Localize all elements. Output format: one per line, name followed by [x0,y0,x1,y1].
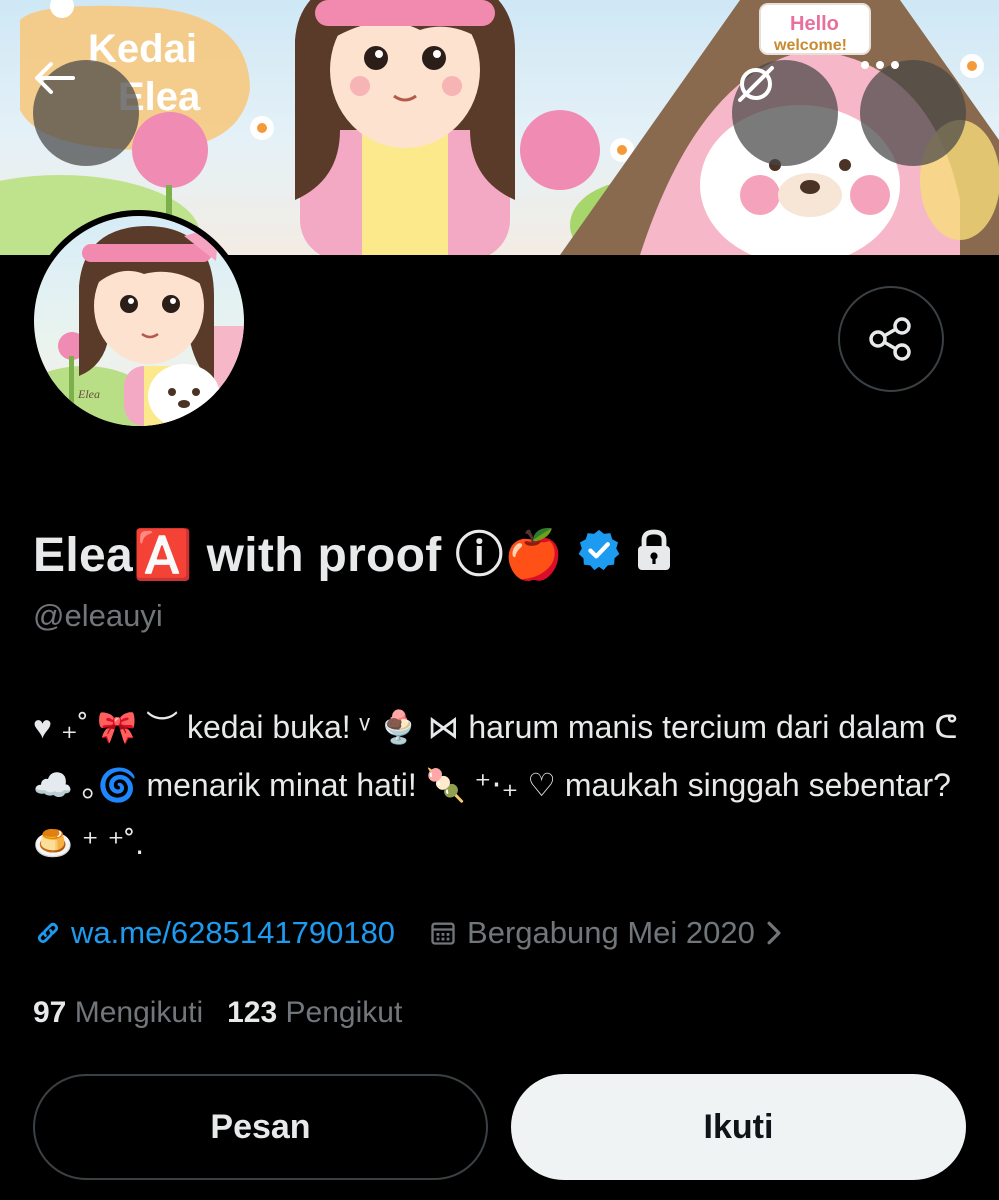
hide-replies-button[interactable] [732,60,838,166]
display-name: Elea🅰️ with proof ⓘ🍎 [33,529,564,582]
followers-number: 123 [227,996,278,1029]
profile-link-text: wa.me/6285141790180 [71,915,396,950]
followers-count[interactable]: 123 Pengikut [227,996,402,1030]
following-number: 97 [33,996,67,1029]
followers-label: Pengikut [285,996,403,1029]
avatar-image: Elea [34,216,244,426]
more-dots-icon [861,61,899,69]
eye-slash-icon [738,66,774,102]
calendar-icon [431,922,455,945]
chevron-right-icon [767,921,781,945]
avatar-illustration: Elea [34,226,244,426]
join-date[interactable]: Bergabung Mei 2020 [429,915,783,951]
name-row: Elea🅰️ with proof ⓘ🍎 [33,518,674,582]
user-handle: @eleauyi [33,598,163,633]
message-button[interactable]: Pesan [33,1074,488,1180]
back-arrow-icon [35,62,75,94]
avatar-signature: Elea [77,387,100,401]
profile-bio: ♥︎ ₊˚ 🎀 ︶ kedai buka! ᵛ 🍨 ⋈ harum manis … [33,709,958,861]
profile-link[interactable]: wa.me/6285141790180 [33,915,395,951]
following-count[interactable]: 97 Mengikuti [33,996,203,1030]
back-button[interactable] [33,60,139,166]
banner-sign-line1: Hello [790,13,839,35]
profile-meta: wa.me/6285141790180 Bergabung Mei 2020 [33,908,783,958]
following-label: Mengikuti [74,996,204,1029]
share-icon [869,317,911,361]
share-profile-button[interactable] [838,286,944,392]
follow-stats: 97 Mengikuti 123 Pengikut [33,996,402,1030]
follow-button[interactable]: Ikuti [511,1074,966,1180]
link-icon [37,922,59,944]
lock-icon [637,529,670,570]
verified-badge-icon[interactable] [576,527,622,573]
profile-avatar[interactable]: Elea [28,210,250,432]
more-options-button[interactable] [860,60,966,166]
join-date-text: Bergabung Mei 2020 [467,915,755,950]
banner-sign-line2: welcome! [773,37,847,54]
